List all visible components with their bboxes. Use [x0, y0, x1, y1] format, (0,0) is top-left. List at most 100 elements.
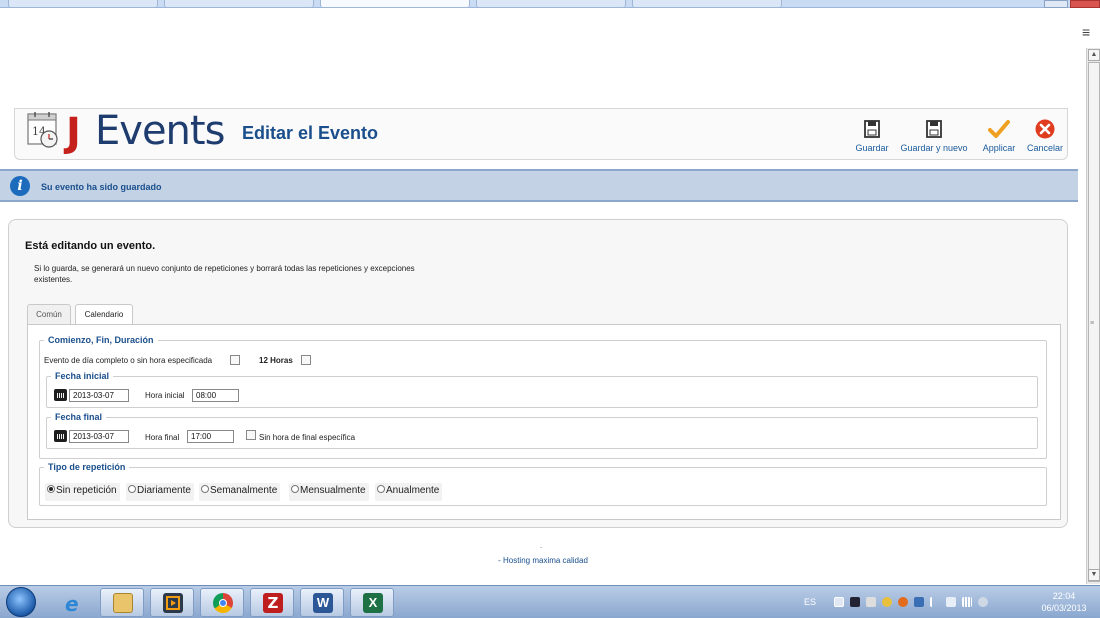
repeat-daily-radio[interactable]: Diariamente: [126, 483, 194, 501]
browser-menu-icon[interactable]: ≡: [1082, 24, 1090, 40]
twelve-hours-label: 12 Horas: [259, 356, 293, 365]
scroll-up-arrow-icon[interactable]: ▲: [1088, 49, 1100, 61]
start-time-input[interactable]: 08:00: [192, 389, 239, 402]
start-end-duration-legend: Comienzo, Fin, Duración: [48, 335, 154, 345]
radio-selected-icon: [47, 485, 55, 494]
calendar-clock-logo-icon: 14: [27, 112, 58, 148]
save-new-label: Guardar y nuevo: [900, 143, 968, 153]
tray-app-icon[interactable]: [834, 597, 844, 607]
system-message-text: Su evento ha sido guardado: [41, 182, 162, 192]
tray-security-icon[interactable]: [914, 597, 924, 607]
chrome-button[interactable]: [200, 588, 244, 617]
end-time-input[interactable]: 17:00: [187, 430, 234, 443]
repeat-none-radio[interactable]: Sin repetición: [45, 483, 120, 501]
excel-button[interactable]: X: [350, 588, 394, 617]
filezilla-button[interactable]: Z: [250, 588, 294, 617]
taskbar: e Z W X ES 22:04 06/03/2013: [0, 585, 1100, 618]
window-controls: [1040, 0, 1100, 8]
repeat-option-label: Mensualmente: [300, 485, 366, 496]
apply-button[interactable]: Applicar: [981, 119, 1017, 153]
vertical-scrollbar[interactable]: ▲ ≡ ▼: [1086, 48, 1100, 584]
taskbar-clock[interactable]: 22:04 06/03/2013: [1036, 590, 1092, 614]
speaker-icon[interactable]: [978, 597, 988, 607]
volume-icon[interactable]: [866, 597, 876, 607]
cancel-button[interactable]: Cancelar: [1025, 119, 1065, 153]
repeat-type-legend: Tipo de repetición: [48, 462, 126, 472]
save-new-icon: [926, 120, 942, 138]
footer-link[interactable]: - Hosting maxima calidad: [0, 556, 1086, 565]
start-time-label: Hora inicial: [145, 391, 185, 400]
media-player-button[interactable]: [150, 588, 194, 617]
file-explorer-icon: [113, 593, 133, 613]
excel-icon: X: [363, 593, 383, 613]
media-player-icon: [163, 593, 183, 613]
repeat-yearly-radio[interactable]: Anualmente: [375, 483, 443, 501]
clock-time: 22:04: [1052, 591, 1076, 601]
cancel-x-icon: [1035, 119, 1055, 139]
action-center-flag-icon[interactable]: [930, 597, 940, 607]
browser-tab-active[interactable]: [320, 0, 470, 8]
start-date-input[interactable]: 2013-03-07: [69, 389, 129, 402]
allday-label: Evento de día completo o sin hora especi…: [44, 356, 213, 365]
repeat-monthly-radio[interactable]: Mensualmente: [289, 483, 369, 501]
word-button[interactable]: W: [300, 588, 344, 617]
radio-icon: [377, 485, 385, 494]
browser-tab[interactable]: [164, 0, 314, 8]
no-end-time-label: Sin hora de final específica: [259, 433, 356, 442]
tab-calendario[interactable]: Calendario: [75, 304, 133, 325]
close-window-button[interactable]: [1070, 0, 1100, 8]
save-new-button[interactable]: Guardar y nuevo: [900, 119, 968, 153]
allday-checkbox[interactable]: [230, 355, 240, 365]
radio-icon: [128, 485, 136, 494]
apply-label: Applicar: [982, 143, 1016, 153]
end-time-label: Hora final: [145, 433, 180, 442]
repeat-option-label: Semanalmente: [210, 485, 278, 496]
browser-tab-strip: [0, 0, 1100, 8]
internet-explorer-button[interactable]: e: [50, 588, 94, 617]
scroll-down-arrow-icon[interactable]: ▼: [1088, 569, 1100, 581]
filezilla-icon: Z: [263, 593, 283, 613]
repeat-option-label: Sin repetición: [56, 485, 117, 496]
svg-text:e: e: [65, 593, 79, 615]
end-date-legend: Fecha final: [55, 412, 103, 422]
no-end-time-checkbox[interactable]: [246, 430, 256, 440]
end-date-input[interactable]: 2013-03-07: [69, 430, 129, 443]
system-message: i Su evento ha sido guardado: [0, 169, 1078, 202]
language-indicator[interactable]: ES: [804, 597, 816, 607]
browser-tab[interactable]: [632, 0, 782, 8]
logo-events: Events: [95, 108, 225, 154]
panel-note: Si lo guarda, se generará un nuevo conju…: [34, 264, 415, 284]
repeat-weekly-radio[interactable]: Semanalmente: [199, 483, 281, 501]
repeat-option-label: Anualmente: [386, 485, 440, 496]
logo-j: J: [66, 110, 81, 156]
word-icon: W: [313, 593, 333, 613]
battery-icon[interactable]: [946, 597, 956, 607]
start-date-calendar-icon[interactable]: [54, 389, 67, 401]
save-button[interactable]: Guardar: [852, 119, 892, 153]
browser-tab[interactable]: [8, 0, 158, 8]
cancel-label: Cancelar: [1026, 143, 1064, 153]
repeat-option-label: Diariamente: [137, 485, 191, 496]
tray-avast-icon[interactable]: [898, 597, 908, 607]
page-title: Editar el Evento: [242, 123, 379, 143]
tray-shield-icon[interactable]: [882, 597, 892, 607]
twelve-hours-checkbox[interactable]: [301, 355, 311, 365]
info-icon: i: [10, 176, 30, 196]
radio-icon: [201, 485, 209, 494]
chrome-icon: [213, 593, 233, 613]
save-icon: [864, 120, 880, 138]
scrollbar-grip-icon: ≡: [1090, 320, 1095, 327]
footer-dot: .: [540, 541, 543, 550]
tray-monitor-icon[interactable]: [850, 597, 860, 607]
minimize-button[interactable]: [1044, 0, 1068, 8]
page-header: 14 J Events Editar el Evento Guardar Gua…: [14, 108, 1068, 160]
tab-comun[interactable]: Común: [27, 304, 71, 324]
file-explorer-button[interactable]: [100, 588, 144, 617]
checkmark-icon: [988, 120, 1010, 138]
end-date-calendar-icon[interactable]: [54, 430, 67, 442]
clock-date: 06/03/2013: [1041, 603, 1087, 613]
network-signal-icon[interactable]: [962, 597, 972, 607]
start-button[interactable]: [6, 587, 36, 617]
browser-tab[interactable]: [476, 0, 626, 8]
start-date-legend: Fecha inicial: [55, 371, 110, 381]
